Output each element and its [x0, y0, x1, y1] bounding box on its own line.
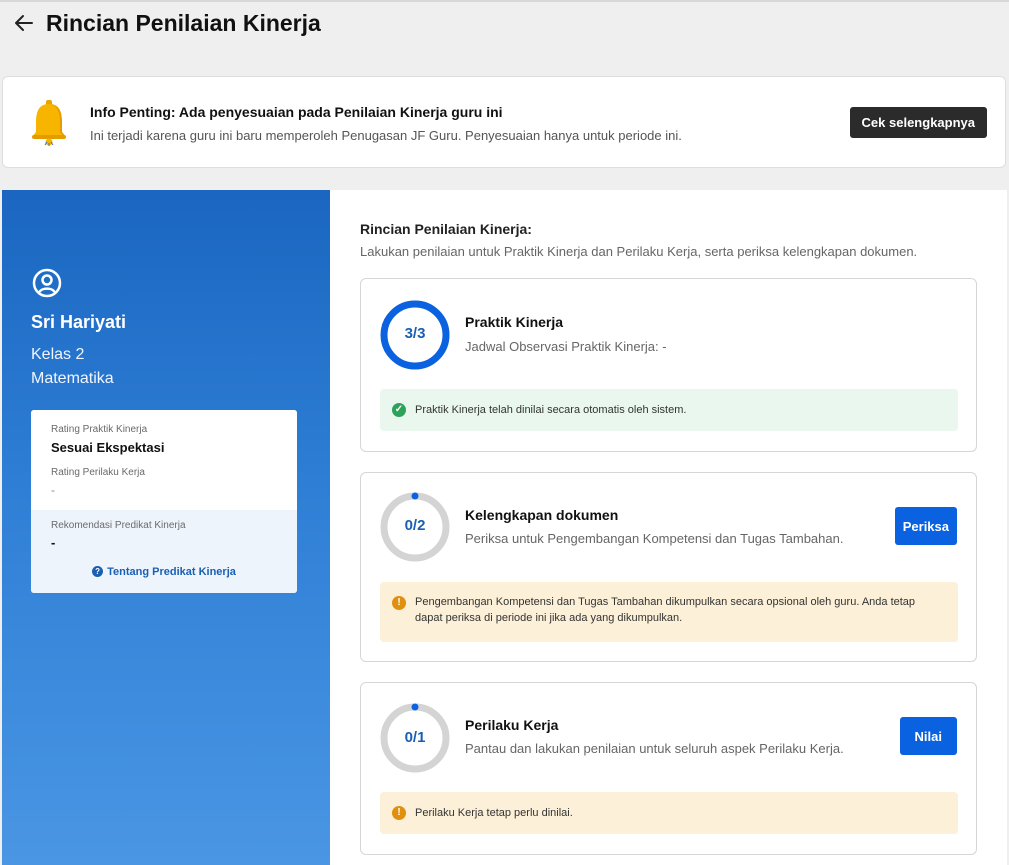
- question-circle-icon: ?: [92, 566, 104, 577]
- info-circle-icon: !: [392, 806, 406, 820]
- section-praktik-kinerja: 3/3 Praktik Kinerja Jadwal Observasi Pra…: [360, 278, 977, 452]
- page-title: Rincian Penilaian Kinerja: [46, 9, 321, 36]
- top-border: [0, 0, 1009, 2]
- teacher-panel: Sri Hariyati Kelas 2 Matematika Rating P…: [2, 190, 330, 865]
- details-panel: Rincian Penilaian Kinerja: Lakukan penil…: [330, 190, 1007, 865]
- info-title: Info Penting: Ada penyesuaian pada Penil…: [90, 104, 503, 120]
- section-title: Perilaku Kerja: [465, 717, 559, 733]
- alert-text: Pengembangan Kompetensi dan Tugas Tambah…: [415, 596, 916, 624]
- progress-label: 0/2: [404, 517, 426, 534]
- details-subtitle: Lakukan penilaian untuk Praktik Kinerja …: [360, 244, 918, 259]
- alert-text: Praktik Kinerja telah dinilai secara oto…: [415, 404, 687, 416]
- section-kelengkapan-dokumen: 0/2 Kelengkapan dokumen Periksa untuk Pe…: [360, 472, 977, 662]
- user-circle-icon: [32, 268, 62, 298]
- progress-label: 0/1: [404, 729, 426, 746]
- teacher-name: Sri Hariyati: [31, 312, 127, 332]
- perilaku-rating-label: Rating Perilaku Kerja: [51, 467, 145, 478]
- section-perilaku-kerja: 0/1 Perilaku Kerja Pantau dan lakukan pe…: [360, 682, 977, 855]
- periksa-button[interactable]: Periksa: [894, 507, 957, 545]
- section-subtitle: Pantau dan lakukan penilaian untuk selur…: [465, 741, 844, 756]
- nilai-button[interactable]: Nilai: [899, 717, 957, 755]
- info-text: Ini terjadi karena guru ini baru mempero…: [90, 128, 682, 143]
- bell-icon: [32, 100, 66, 146]
- rekomendasi-value: -: [51, 535, 56, 550]
- info-circle-icon: !: [392, 596, 406, 610]
- check-circle-icon: ✓: [392, 403, 406, 417]
- back-arrow-icon[interactable]: [12, 11, 36, 35]
- perilaku-rating-value: -: [51, 483, 55, 497]
- page-header: Rincian Penilaian Kinerja: [12, 8, 321, 38]
- rating-card: Rating Praktik Kinerja Sesuai Ekspektasi…: [31, 410, 297, 593]
- about-predikat-link[interactable]: ? Tentang Predikat Kinerja: [31, 566, 297, 578]
- warning-alert: ! Perilaku Kerja tetap perlu dinilai.: [380, 792, 958, 834]
- details-title: Rincian Penilaian Kinerja:: [360, 221, 532, 237]
- progress-label: 3/3: [404, 325, 426, 342]
- alert-text: Perilaku Kerja tetap perlu dinilai.: [415, 807, 573, 819]
- info-banner: Info Penting: Ada penyesuaian pada Penil…: [2, 76, 1006, 168]
- praktik-rating-value: Sesuai Ekspektasi: [51, 440, 165, 455]
- teacher-subject: Matematika: [31, 370, 114, 387]
- section-subtitle: Periksa untuk Pengembangan Kompetensi da…: [465, 531, 844, 546]
- see-more-button[interactable]: Cek selengkapnya: [849, 107, 987, 138]
- section-subtitle: Jadwal Observasi Praktik Kinerja: -: [465, 339, 667, 354]
- teacher-class: Kelas 2: [31, 346, 85, 363]
- section-title: Praktik Kinerja: [465, 314, 564, 330]
- success-alert: ✓ Praktik Kinerja telah dinilai secara o…: [380, 389, 958, 431]
- praktik-rating-label: Rating Praktik Kinerja: [51, 424, 148, 435]
- rekomendasi-label: Rekomendasi Predikat Kinerja: [51, 520, 186, 531]
- about-predikat-label: Tentang Predikat Kinerja: [107, 566, 236, 578]
- warning-alert: ! Pengembangan Kompetensi dan Tugas Tamb…: [380, 582, 958, 642]
- section-title: Kelengkapan dokumen: [465, 507, 619, 523]
